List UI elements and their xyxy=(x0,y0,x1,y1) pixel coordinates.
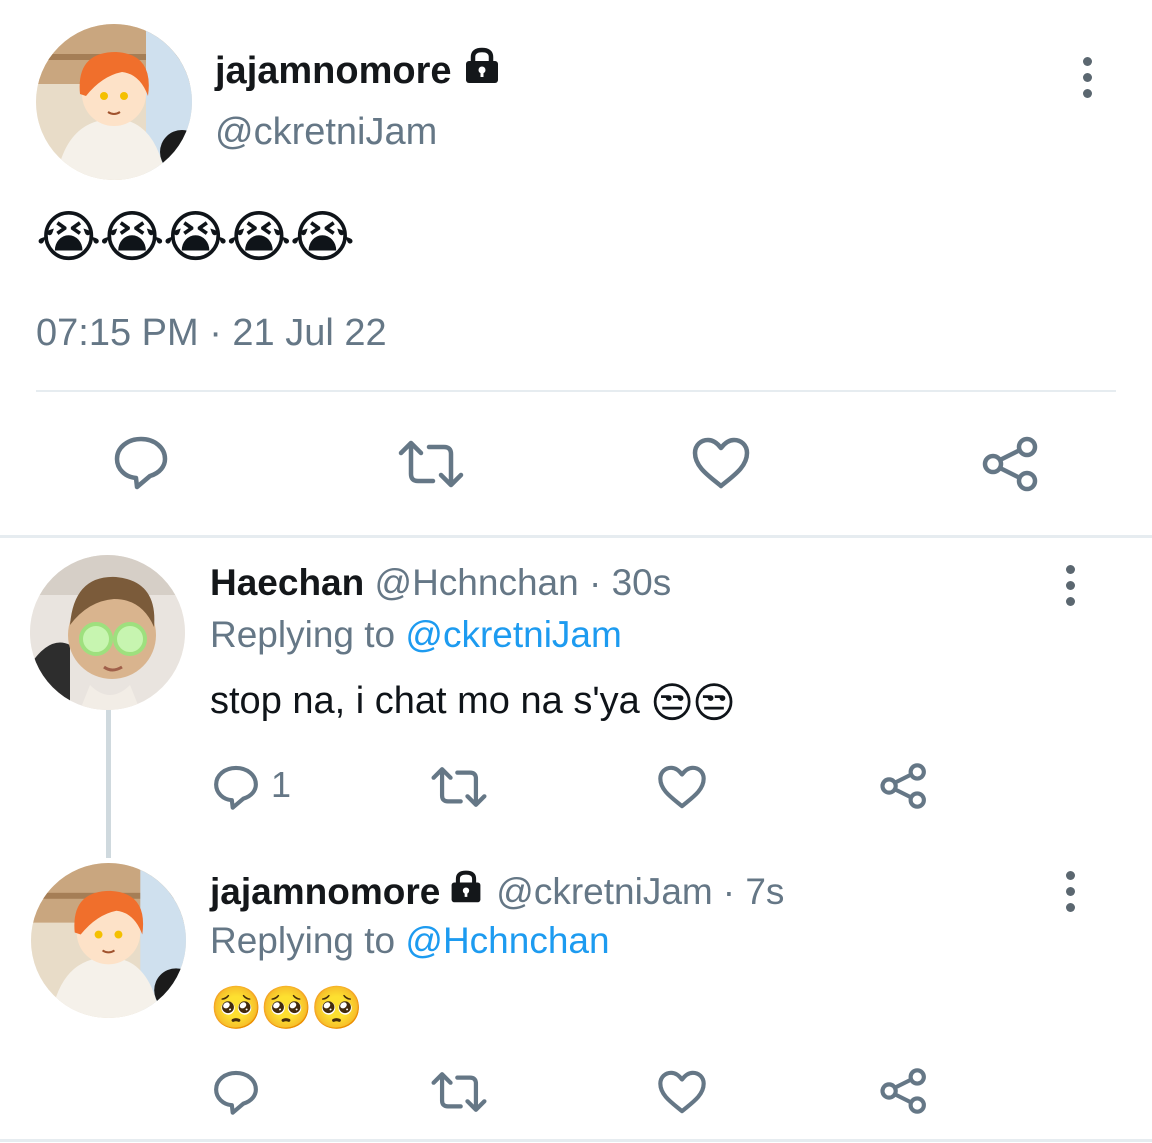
reply1-display-name[interactable]: Haechan xyxy=(210,562,364,603)
reply2-time[interactable]: · 7s xyxy=(723,870,785,914)
share-icon[interactable] xyxy=(981,435,1041,493)
more-options-icon[interactable] xyxy=(1083,57,1092,98)
reply1-header: Haechan @Hchnchan · 30s xyxy=(210,561,671,605)
reply1-replying-to: Replying to @ckretniJam xyxy=(210,613,622,657)
reply2-display-name[interactable]: jajamnomore xyxy=(210,870,440,914)
reply2-header: jajamnomore @ckretniJam · 7s xyxy=(210,869,784,915)
reply2-reply-icon[interactable] xyxy=(212,1068,260,1116)
reply1-like-icon[interactable] xyxy=(657,764,707,810)
lock-icon xyxy=(460,46,504,96)
author-handle[interactable]: @ckretniJam xyxy=(215,110,437,154)
reply1-text-row: stop na, i chat mo na s'ya 😒😒 xyxy=(210,677,736,727)
reply2-replying-to: Replying to @Hchnchan xyxy=(210,919,610,963)
author-avatar[interactable] xyxy=(36,24,192,180)
reply1-handle[interactable]: @Hchnchan xyxy=(375,562,579,603)
divider xyxy=(36,390,1116,392)
like-icon[interactable] xyxy=(691,436,751,490)
reply1-reply-count: 1 xyxy=(271,764,292,805)
reply1-retweet-icon[interactable] xyxy=(430,765,488,809)
reply2-like-icon[interactable] xyxy=(657,1069,707,1115)
bottom-divider xyxy=(0,1139,1152,1142)
section-divider xyxy=(0,535,1152,538)
replying-to-mention[interactable]: @ckretniJam xyxy=(405,614,621,655)
reply1-emojis: 😒😒 xyxy=(650,678,736,726)
reply1-time[interactable]: · 30s xyxy=(589,562,671,603)
reply2-handle[interactable]: @ckretniJam xyxy=(496,870,712,914)
reply-thread-line xyxy=(106,710,111,858)
reply-avatar-jajamnomore[interactable] xyxy=(31,863,186,1018)
author-display-name[interactable]: jajamnomore xyxy=(215,46,504,96)
replying-to-prefix: Replying to xyxy=(210,920,396,961)
reply1-text: stop na, i chat mo na s'ya xyxy=(210,680,640,722)
replying-to-prefix: Replying to xyxy=(210,614,396,655)
reply1-reply-icon[interactable] xyxy=(212,763,260,811)
reply2-retweet-icon[interactable] xyxy=(430,1070,488,1114)
reply1-share-icon[interactable] xyxy=(879,762,929,810)
tweet-text: 😭😭😭😭😭 xyxy=(36,205,355,268)
tweet-timestamp[interactable]: 07:15 PM · 21 Jul 22 xyxy=(36,311,387,355)
reply2-text: 🥺🥺🥺 xyxy=(210,984,363,1031)
reply-icon[interactable] xyxy=(112,433,170,491)
reply2-more-options-icon[interactable] xyxy=(1066,871,1075,912)
author-name-text[interactable]: jajamnomore xyxy=(215,49,452,93)
reply1-more-options-icon[interactable] xyxy=(1066,565,1075,606)
replying-to-mention[interactable]: @Hchnchan xyxy=(405,920,609,961)
reply-avatar-haechan[interactable] xyxy=(30,555,185,710)
reply2-share-icon[interactable] xyxy=(879,1067,929,1115)
retweet-icon[interactable] xyxy=(397,438,465,490)
lock-icon xyxy=(446,869,486,915)
